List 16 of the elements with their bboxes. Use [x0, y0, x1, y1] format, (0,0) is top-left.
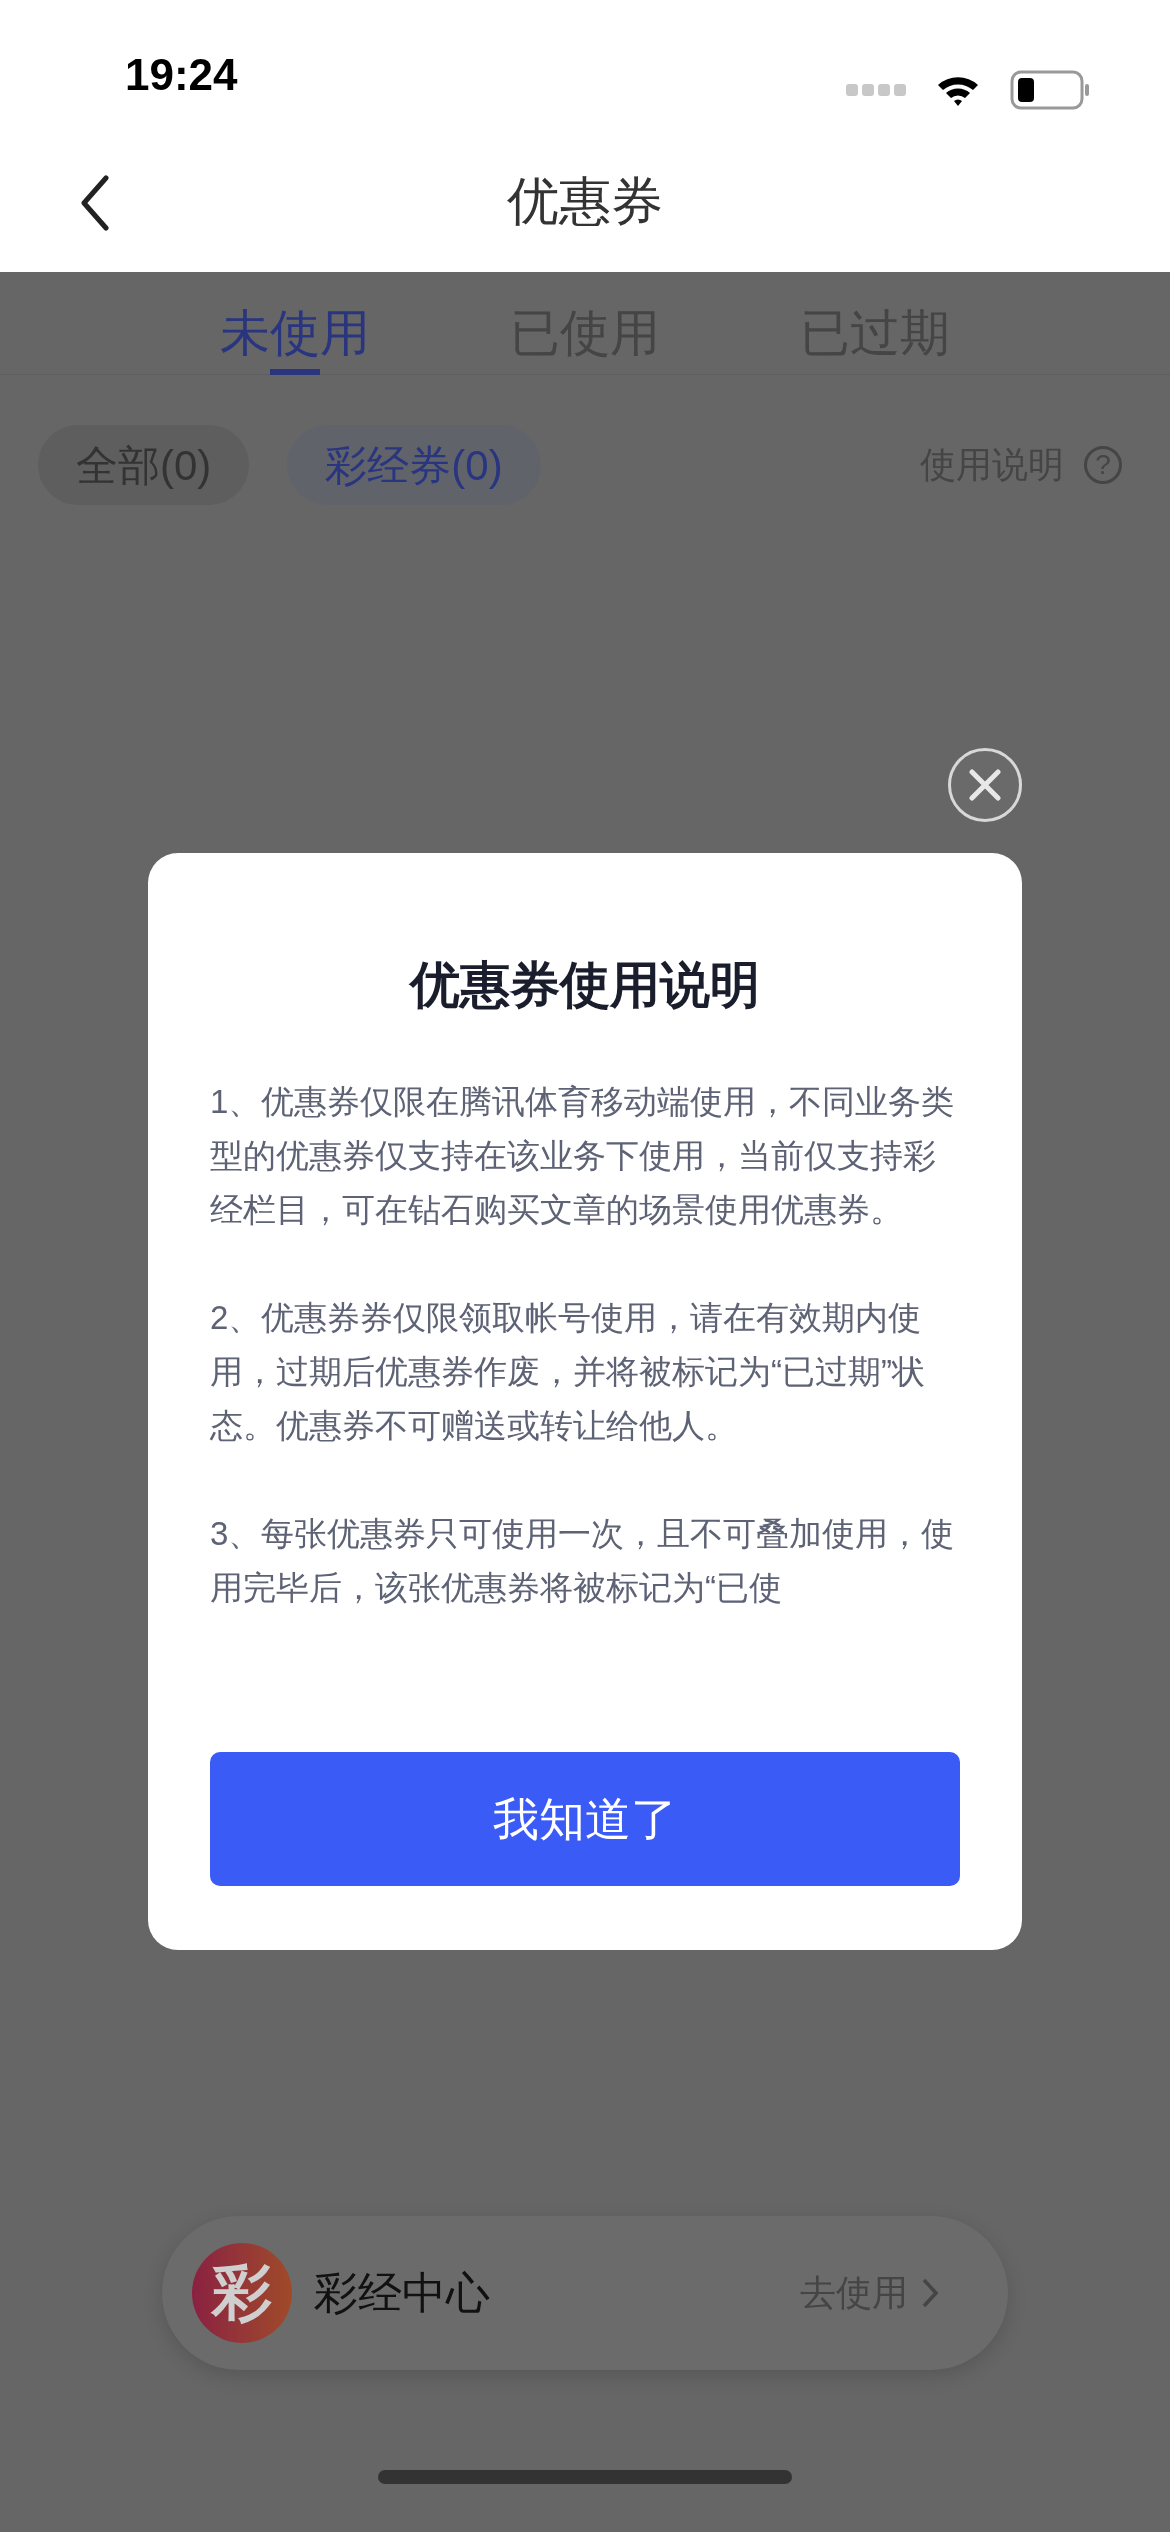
logo: 彩 — [192, 2243, 292, 2343]
dialog-paragraph: 1、优惠券仅限在腾讯体育移动端使用，不同业务类型的优惠券仅支持在该业务下使用，当前仅支持彩经栏目，可在钻石购买文章的场景使用优惠券。 — [210, 1082, 956, 1230]
dialog-paragraph: 3、每张优惠券只可使用一次，且不可叠加使用，使用完毕后，该张优惠券将被标记为“已使 — [210, 1514, 956, 1608]
battery-icon — [1010, 70, 1090, 110]
confirm-button[interactable]: 我知道了 — [210, 1752, 960, 1886]
dialog-paragraph: 2、优惠券券仅限领取帐号使用，请在有效期内使用，过期后优惠券作废，并将被标记为“已过期”状态。优惠券不可赠送或转让给他人。 — [210, 1298, 926, 1446]
status-time: 19:24 — [125, 49, 238, 101]
card-title: 彩经中心 — [314, 2267, 490, 2319]
back-icon — [80, 175, 110, 231]
dialog-title: 优惠券使用说明 — [410, 956, 760, 1015]
help-icon[interactable]: ? — [1084, 446, 1122, 484]
chevron-right-icon — [922, 2278, 938, 2308]
close-icon — [969, 769, 1001, 801]
tab[interactable]: 未使用 — [220, 291, 370, 375]
signal-icon — [846, 83, 906, 97]
page-title: 优惠券 — [507, 171, 663, 232]
